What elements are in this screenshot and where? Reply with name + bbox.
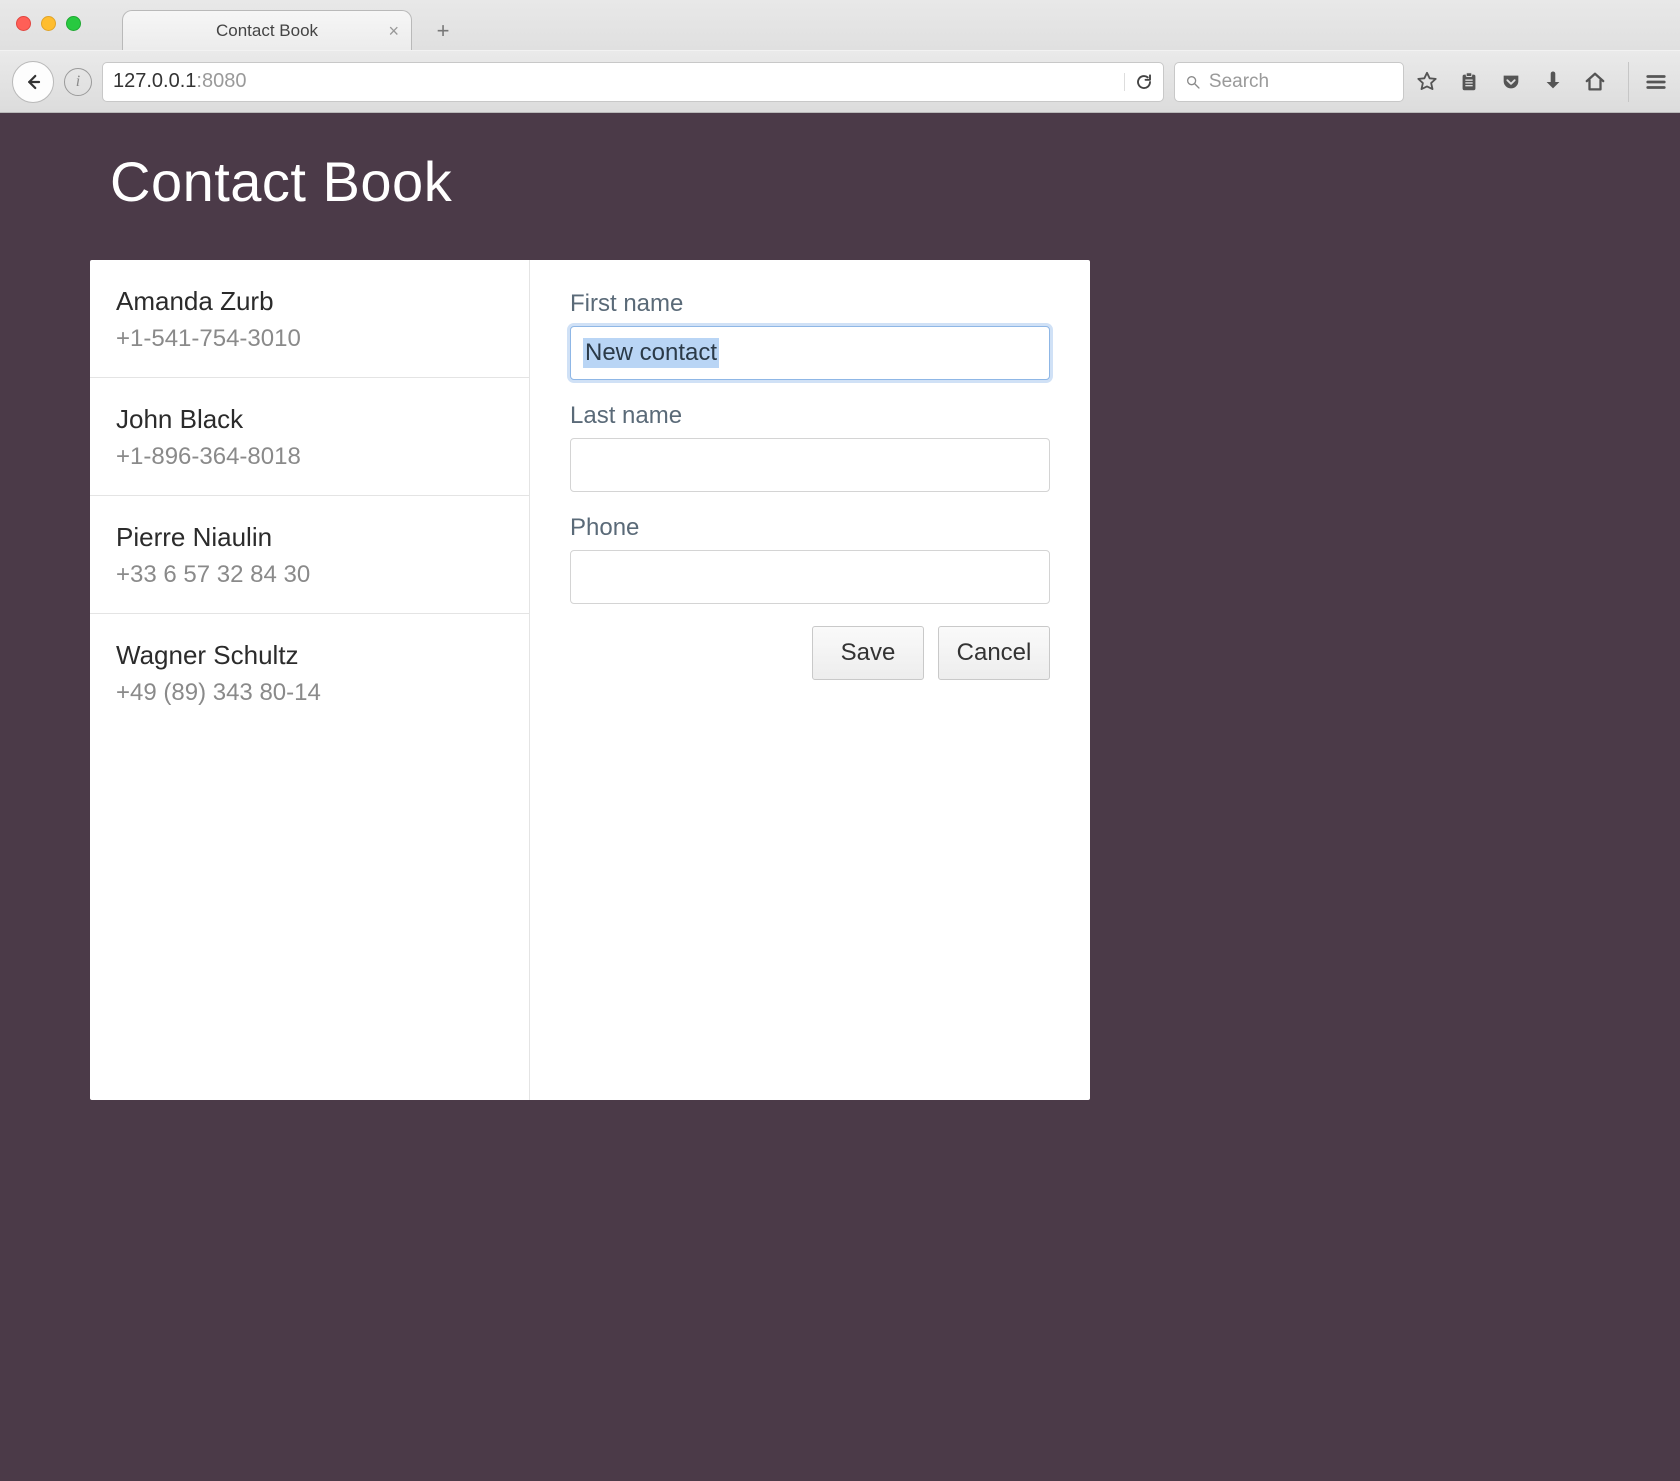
- minimize-window-icon[interactable]: [41, 16, 56, 31]
- pocket-icon[interactable]: [1498, 69, 1524, 95]
- url-port: :8080: [196, 70, 246, 93]
- browser-tab[interactable]: Contact Book ×: [122, 10, 412, 50]
- contact-phone: +49 (89) 343 80-14: [116, 679, 503, 707]
- contact-item[interactable]: John Black +1-896-364-8018: [90, 378, 529, 496]
- contact-phone: +1-541-754-3010: [116, 325, 503, 353]
- contact-name: Pierre Niaulin: [116, 522, 503, 553]
- home-icon[interactable]: [1582, 69, 1608, 95]
- contact-name: John Black: [116, 404, 503, 435]
- arrow-left-icon: [24, 73, 42, 91]
- toolbar-icons: [1414, 69, 1608, 95]
- address-bar[interactable]: 127.0.0.1:8080: [102, 62, 1164, 102]
- close-window-icon[interactable]: [16, 16, 31, 31]
- main-panel: Amanda Zurb +1-541-754-3010 John Black +…: [90, 260, 1090, 1100]
- contact-name: Wagner Schultz: [116, 640, 503, 671]
- page-body: Contact Book Amanda Zurb +1-541-754-3010…: [0, 113, 1680, 1481]
- reload-icon: [1135, 73, 1153, 91]
- contact-list: Amanda Zurb +1-541-754-3010 John Black +…: [90, 260, 530, 1100]
- first-name-input[interactable]: New contact: [570, 326, 1050, 380]
- phone-label: Phone: [570, 514, 1050, 542]
- search-bar[interactable]: [1174, 62, 1404, 102]
- browser-toolbar: i 127.0.0.1:8080: [0, 50, 1680, 112]
- search-input[interactable]: [1209, 71, 1393, 93]
- last-name-input[interactable]: [570, 438, 1050, 492]
- url-host: 127.0.0.1: [113, 70, 196, 93]
- form-actions: Save Cancel: [570, 626, 1050, 680]
- tab-title: Contact Book: [216, 21, 318, 41]
- bookmark-star-icon[interactable]: [1414, 69, 1440, 95]
- site-info-button[interactable]: i: [64, 68, 92, 96]
- save-button[interactable]: Save: [812, 626, 924, 680]
- downloads-icon[interactable]: [1540, 69, 1566, 95]
- hamburger-icon: [1645, 71, 1667, 93]
- page-title: Contact Book: [90, 113, 1090, 260]
- first-name-value: New contact: [583, 338, 719, 368]
- last-name-label: Last name: [570, 402, 1050, 430]
- first-name-label: First name: [570, 290, 1050, 318]
- tab-strip: Contact Book × +: [0, 0, 1680, 50]
- contact-item[interactable]: Amanda Zurb +1-541-754-3010: [90, 260, 529, 378]
- contact-name: Amanda Zurb: [116, 286, 503, 317]
- window-controls: [16, 16, 81, 31]
- reload-button[interactable]: [1124, 73, 1153, 91]
- back-button[interactable]: [12, 61, 54, 103]
- browser-chrome: Contact Book × + i 127.0.0.1:8080: [0, 0, 1680, 113]
- contact-item[interactable]: Wagner Schultz +49 (89) 343 80-14: [90, 614, 529, 731]
- search-icon: [1185, 73, 1201, 91]
- contact-phone: +1-896-364-8018: [116, 443, 503, 471]
- new-tab-button[interactable]: +: [428, 16, 458, 46]
- contact-item[interactable]: Pierre Niaulin +33 6 57 32 84 30: [90, 496, 529, 614]
- close-tab-icon[interactable]: ×: [388, 21, 399, 42]
- maximize-window-icon[interactable]: [66, 16, 81, 31]
- contact-phone: +33 6 57 32 84 30: [116, 561, 503, 589]
- menu-button[interactable]: [1628, 62, 1668, 102]
- clipboard-icon[interactable]: [1456, 69, 1482, 95]
- cancel-button[interactable]: Cancel: [938, 626, 1050, 680]
- phone-input[interactable]: [570, 550, 1050, 604]
- contact-form: First name New contact Last name Phone S…: [530, 260, 1090, 1100]
